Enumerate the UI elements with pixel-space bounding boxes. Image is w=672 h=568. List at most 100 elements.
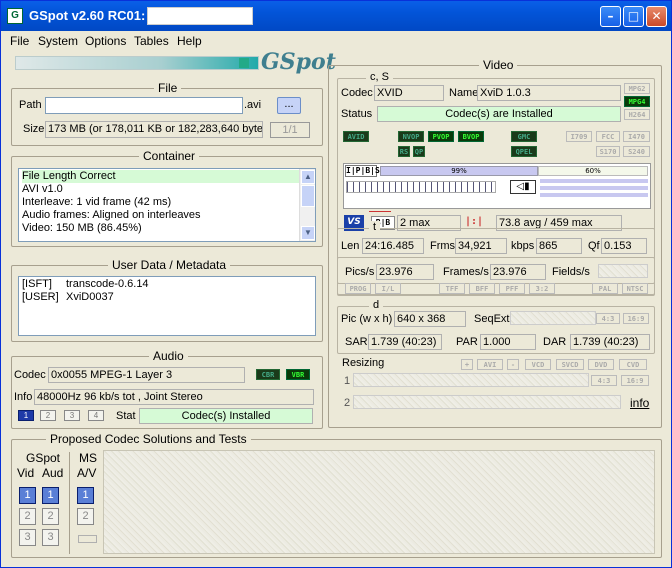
- info-link[interactable]: info: [630, 396, 649, 410]
- prog-indicator: PROG: [345, 283, 371, 294]
- list-item: Audio frames: Aligned on interleaves: [22, 209, 201, 221]
- resize-ar-16-9-indicator: 16:9: [621, 375, 649, 386]
- audio-track-3-button[interactable]: 3: [64, 410, 80, 421]
- pulldown-indicator: 3:2: [529, 283, 555, 294]
- vid-3-button[interactable]: 3: [19, 529, 36, 546]
- ipbs-legend: I|P|B|S: [345, 165, 380, 177]
- vid-column-label: Vid: [17, 466, 35, 480]
- frames-field: 23.976: [490, 264, 546, 280]
- resize-cvd-button[interactable]: CVD: [619, 359, 647, 370]
- g-icon[interactable]: G: [7, 8, 23, 24]
- dar-label: DAR: [543, 336, 567, 348]
- list-item: File Length Correct: [22, 170, 312, 183]
- bitrate-bar-2: [540, 186, 648, 190]
- frames-label: Frames/s: [443, 266, 489, 278]
- seek-back-icon[interactable]: ◁▮: [510, 180, 536, 194]
- resize-row-2-field: [353, 395, 621, 409]
- resize-dvd-button[interactable]: DVD: [588, 359, 614, 370]
- mpg2-indicator: MPG2: [624, 83, 650, 94]
- menu-system[interactable]: System: [38, 34, 78, 48]
- menu-options[interactable]: Options: [85, 34, 126, 48]
- gmc-indicator: GMC: [511, 131, 537, 142]
- p-frame-label: P: [355, 166, 361, 175]
- menu-file[interactable]: File: [10, 34, 29, 48]
- minimize-button[interactable]: –: [600, 6, 621, 27]
- gspot-window: G GSpot v2.60 RC01: – □ ✕ File System Op…: [0, 0, 672, 568]
- proposed-group-label: Proposed Codec Solutions and Tests: [46, 432, 251, 446]
- menu-tables[interactable]: Tables: [134, 34, 169, 48]
- audio-info-field: 48000Hz 96 kb/s tot , Joint Stereo: [34, 389, 314, 405]
- s170-indicator: S170: [596, 146, 620, 157]
- pal-indicator: PAL: [592, 283, 618, 294]
- il-indicator: I/L: [375, 283, 401, 294]
- resize-minus-button[interactable]: -: [507, 359, 519, 370]
- aud-1-button[interactable]: 1: [42, 487, 59, 504]
- column-divider: [69, 452, 70, 554]
- gspot-column-label: GSpot: [26, 451, 61, 465]
- bar-99-percent: 99%: [380, 166, 538, 176]
- scroll-thumb[interactable]: [301, 185, 315, 207]
- frame-type-graph: I|P|B|S 99% 60% ◁▮: [343, 163, 651, 209]
- bar-60-percent: 60%: [538, 166, 648, 176]
- resize-row-1-field: [353, 373, 589, 387]
- seqext-label: SeqExt: [474, 313, 510, 325]
- qf-field: 0.153: [601, 238, 647, 254]
- pics-label: Pics/s: [345, 266, 375, 278]
- list-item: [ISFT] transcode-0.6.14: [22, 278, 312, 291]
- path-input[interactable]: [45, 97, 243, 114]
- resize-svcd-button[interactable]: SVCD: [556, 359, 584, 370]
- audio-codec-field: 0x0055 MPEG-1 Layer 3: [48, 367, 245, 383]
- userdata-list[interactable]: [ISFT] transcode-0.6.14 [USER] XviD0037: [18, 276, 316, 336]
- video-group: Video c, S Codec XVID Name XviD 1.0.3 MP…: [328, 58, 662, 428]
- container-scrollbar[interactable]: ▲ ▼: [299, 169, 315, 241]
- scroll-up-icon[interactable]: ▲: [301, 170, 315, 184]
- resizing-subgroup: Resizing + AVI - VCD SVCD DVD CVD 1 4:3 …: [337, 356, 655, 421]
- resize-ar-4-3-indicator: 4:3: [591, 375, 617, 386]
- metadata-value: XviD0037: [66, 291, 114, 303]
- cbr-indicator: CBR: [256, 369, 280, 380]
- container-group: Container File Length Correct AVI v1.0 I…: [11, 149, 323, 247]
- title-bar[interactable]: G GSpot v2.60 RC01: – □ ✕: [1, 1, 671, 31]
- kbps-field: 865: [536, 238, 582, 254]
- list-item: AVI v1.0: [22, 183, 63, 195]
- fields-field: [598, 264, 648, 278]
- resize-vcd-button[interactable]: VCD: [525, 359, 551, 370]
- resize-avi-button[interactable]: AVI: [477, 359, 503, 370]
- t-label: t: [369, 221, 381, 233]
- vid-1-button[interactable]: 1: [19, 487, 36, 504]
- seqext-field: [510, 311, 596, 325]
- aud-2-button[interactable]: 2: [42, 508, 59, 525]
- gspot-logo: GSpot: [261, 49, 336, 75]
- logo-marker: [239, 58, 249, 68]
- sar-field: 1.739 (40:23): [368, 334, 442, 350]
- par-field: 1.000: [480, 334, 536, 350]
- browse-button[interactable]: ...: [277, 97, 301, 114]
- scroll-down-icon[interactable]: ▼: [301, 226, 315, 240]
- ntsc-indicator: NTSC: [622, 283, 648, 294]
- nvop-indicator: NVOP: [398, 131, 424, 142]
- ms-2-button[interactable]: 2: [77, 508, 94, 525]
- proposed-output-area: [103, 450, 655, 554]
- sar-label: SAR: [345, 336, 368, 348]
- audio-group: Audio Codec 0x0055 MPEG-1 Layer 3 CBR VB…: [11, 349, 323, 429]
- resize-plus-button[interactable]: +: [461, 359, 473, 370]
- vid-2-button[interactable]: 2: [19, 508, 36, 525]
- file-group: File Path .avi ... Size 173 MB (or 178,0…: [11, 81, 323, 146]
- ms-1-button[interactable]: 1: [77, 487, 94, 504]
- container-list[interactable]: File Length Correct AVI v1.0 Interleave:…: [18, 168, 316, 242]
- maximize-button[interactable]: □: [623, 6, 644, 27]
- h264-indicator: H264: [624, 109, 650, 120]
- audio-track-2-button[interactable]: 2: [40, 410, 56, 421]
- aud-3-button[interactable]: 3: [42, 529, 59, 546]
- menu-bar: File System Options Tables Help: [1, 31, 671, 51]
- menu-help[interactable]: Help: [177, 34, 202, 48]
- len-field: 24:16.485: [362, 238, 424, 254]
- userdata-group-label: User Data / Metadata: [108, 258, 231, 272]
- ms-3-slot: [78, 535, 97, 543]
- audio-track-4-button[interactable]: 4: [88, 410, 104, 421]
- s240-indicator: S240: [623, 146, 650, 157]
- ar-16-9-indicator: 16:9: [623, 313, 649, 324]
- audio-track-1-button[interactable]: 1: [18, 410, 34, 421]
- close-button[interactable]: ✕: [646, 6, 667, 27]
- video-status-label: Status: [341, 108, 373, 120]
